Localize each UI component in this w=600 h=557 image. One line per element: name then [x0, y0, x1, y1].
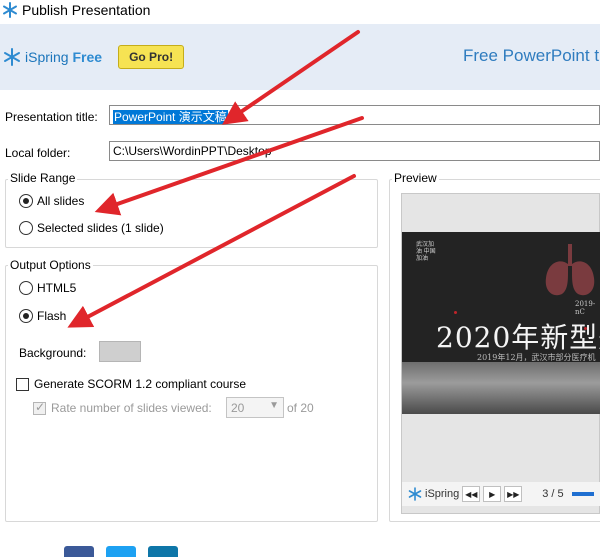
rate-slides-value: 20 [231, 401, 245, 415]
radio-all-slides-label: All slides [37, 194, 85, 208]
snowflake-icon [4, 48, 20, 66]
output-options-title: Output Options [8, 258, 93, 272]
linkedin-icon[interactable] [148, 546, 178, 557]
output-options-group [5, 265, 378, 522]
slide-red-dot [584, 327, 587, 330]
twitter-icon[interactable] [106, 546, 136, 557]
rate-slides-select[interactable]: 20 ▼ [226, 397, 284, 418]
window-title: Publish Presentation [22, 2, 151, 18]
brand-name: iSpring Free [25, 49, 102, 65]
slide-headline: 2020年新型冠 [436, 321, 600, 354]
next-slide-button[interactable]: ▶▶ [504, 486, 523, 502]
radio-html5-indicator [19, 281, 33, 295]
ispring-logo: iSpring Free [3, 48, 102, 66]
slide-range-title: Slide Range [8, 171, 78, 185]
fast-forward-icon: ▶▶ [507, 489, 520, 499]
brand-name-bold: Free [72, 49, 103, 65]
radio-html5-label: HTML5 [37, 281, 77, 295]
presentation-title-value: PowerPoint 演示文稿 [113, 110, 228, 124]
progress-bar [571, 492, 594, 496]
radio-selected-slides[interactable]: Selected slides (1 slide) [19, 221, 164, 235]
snowflake-icon [408, 487, 422, 501]
scorm-checkbox[interactable]: Generate SCORM 1.2 compliant course [16, 377, 246, 391]
radio-all-slides[interactable]: All slides [19, 194, 84, 208]
local-folder-label: Local folder: [5, 146, 71, 160]
radio-flash[interactable]: Flash [19, 309, 66, 323]
play-button[interactable]: ▶ [483, 486, 502, 502]
ispring-app-icon [3, 2, 17, 18]
radio-selected-slides-indicator [19, 221, 33, 235]
scorm-checkbox-label: Generate SCORM 1.2 compliant course [34, 377, 247, 391]
slide-vertical-text: 武汉加油 中国加油 [416, 242, 436, 262]
slide-counter: 3 / 5 [542, 488, 564, 500]
brand-tagline: Free PowerPoint t [463, 46, 600, 65]
rate-slides-of-label: of 20 [287, 401, 314, 415]
preview-player-bar: iSpring ◀◀ ▶ ▶▶ 3 / 5 [402, 482, 600, 506]
radio-flash-label: Flash [37, 309, 67, 323]
scorm-checkbox-box [16, 377, 29, 391]
radio-flash-indicator [19, 309, 33, 323]
local-folder-input[interactable]: C:\Users\WordinPPT\Desktop [109, 141, 600, 161]
title-bar: Publish Presentation [0, 0, 600, 20]
radio-html5[interactable]: HTML5 [19, 281, 76, 295]
slide-range-group [5, 179, 378, 248]
radio-all-slides-indicator [19, 194, 33, 208]
rate-slides-label: Rate number of slides viewed: [51, 401, 212, 415]
play-icon: ▶ [489, 489, 496, 499]
brand-name-light: iSpring [25, 49, 69, 65]
facebook-icon[interactable] [64, 546, 94, 557]
presentation-title-input[interactable]: PowerPoint 演示文稿 [109, 105, 600, 125]
slide-red-dot [454, 311, 457, 314]
background-color-swatch[interactable] [99, 341, 141, 362]
previous-slide-button[interactable]: ◀◀ [462, 486, 481, 502]
player-brand-label: iSpring [425, 488, 460, 500]
rate-slides-checkbox[interactable]: Rate number of slides viewed: [33, 400, 212, 415]
lungs-graphic [545, 244, 595, 296]
player-brand: iSpring [408, 487, 459, 501]
slide-year-text: 2019-nC [575, 300, 596, 316]
slide-photo [402, 362, 600, 414]
presentation-title-label: Presentation title: [5, 110, 98, 124]
slide-thumbnail: 武汉加油 中国加油 2019-nC 2020年新型冠 2019年12月，武汉市部… [402, 232, 600, 414]
radio-selected-slides-label: Selected slides (1 slide) [37, 221, 164, 235]
preview-title: Preview [392, 171, 439, 185]
chevron-down-icon: ▼ [269, 400, 279, 411]
go-pro-button[interactable]: Go Pro! [118, 45, 185, 69]
brand-bar: iSpring Free Go Pro! Free PowerPoint t [0, 24, 600, 90]
rate-slides-checkbox-box [33, 400, 46, 415]
background-label: Background: [19, 346, 87, 360]
rewind-icon: ◀◀ [465, 489, 478, 499]
